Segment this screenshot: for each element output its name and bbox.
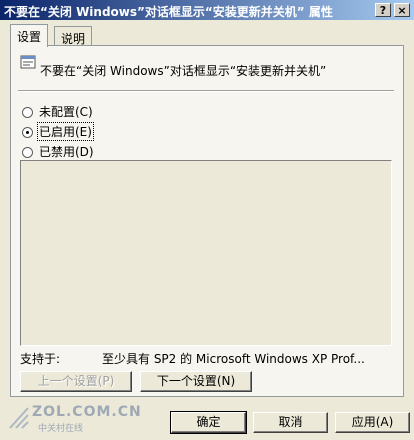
radio-circle[interactable]: [22, 107, 33, 118]
radio-circle[interactable]: [22, 147, 33, 158]
supported-on-value: 至少具有 SP2 的 Microsoft Windows XP Prof...: [102, 352, 365, 366]
radio-not-configured[interactable]: 未配置(C): [22, 103, 94, 119]
watermark-sub: 中关村在线: [38, 424, 84, 434]
close-button[interactable]: ×: [394, 3, 410, 17]
supported-on-label: 支持于:: [20, 352, 61, 366]
help-button[interactable]: ?: [375, 3, 391, 17]
previous-setting-button[interactable]: 上一个设置(P): [20, 371, 132, 392]
title-bar: 不要在“关闭 Windows”对话框显示“安装更新并关机” 属性 ? ×: [0, 0, 414, 20]
policy-setting-icon: [20, 55, 36, 69]
window-title: 不要在“关闭 Windows”对话框显示“安装更新并关机” 属性: [4, 5, 333, 19]
cancel-button[interactable]: 取消: [253, 412, 328, 433]
tab-settings-label: 设置: [17, 30, 42, 44]
radio-circle-selected[interactable]: [22, 127, 33, 138]
apply-button[interactable]: 应用(A): [335, 412, 410, 433]
tab-explain-label: 说明: [61, 32, 86, 46]
radio-label: 已禁用(D): [39, 145, 94, 159]
options-area: [20, 160, 392, 346]
radio-enabled[interactable]: 已启用(E): [22, 122, 94, 141]
next-setting-button[interactable]: 下一个设置(N): [140, 371, 252, 392]
ok-button[interactable]: 确定: [170, 411, 247, 434]
divider: [18, 90, 394, 92]
tab-explain[interactable]: 说明: [54, 26, 93, 47]
tab-settings[interactable]: 设置: [10, 24, 49, 47]
zol-logo-icon: [9, 407, 29, 429]
radio-disabled[interactable]: 已禁用(D): [22, 143, 95, 159]
radio-label: 已启用(E): [37, 122, 94, 141]
policy-name: 不要在“关闭 Windows”对话框显示“安装更新并关机”: [40, 64, 327, 78]
radio-label: 未配置(C): [39, 105, 93, 119]
watermark-main: ZOL.COM.CN: [32, 404, 142, 420]
